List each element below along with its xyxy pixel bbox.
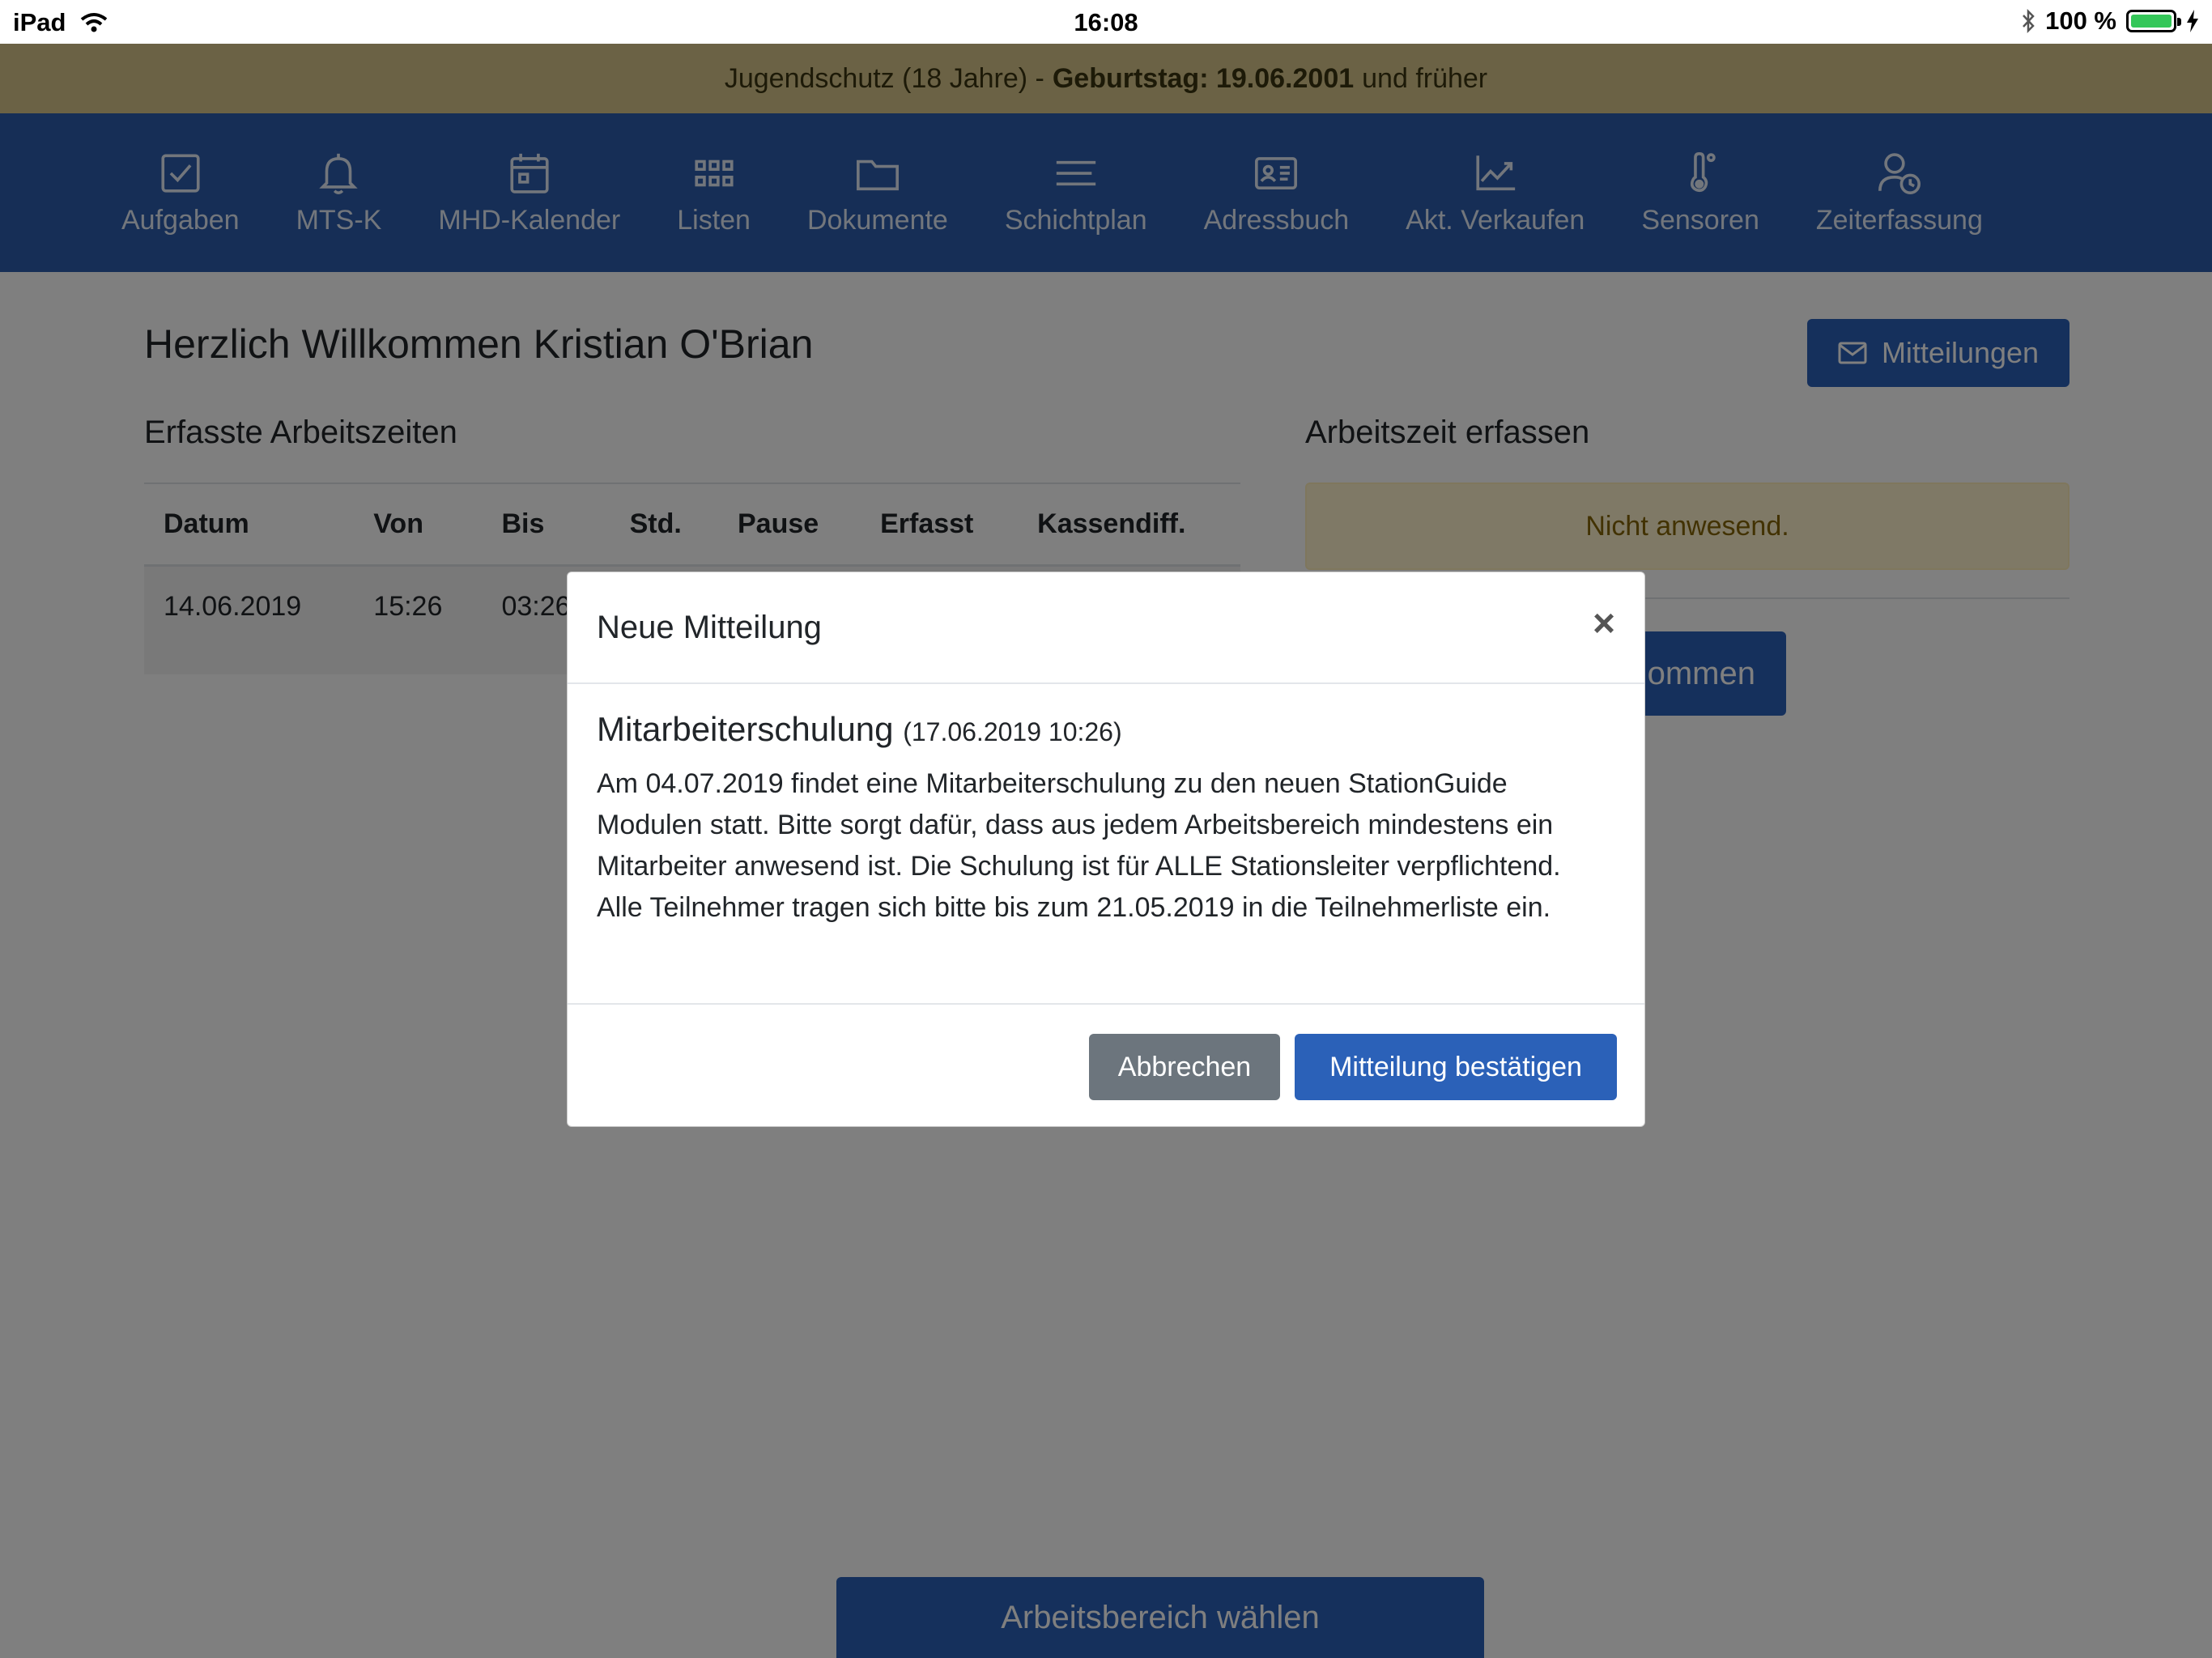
modal-title: Neue Mitteilung [597, 610, 822, 645]
bluetooth-icon [2023, 8, 2035, 34]
message-subject: Mitarbeiterschulung [597, 710, 894, 748]
modal-body: Mitarbeiterschulung (17.06.2019 10:26) A… [568, 684, 1644, 1005]
modal-footer: Abbrechen Mitteilung bestätigen [568, 1005, 1644, 1126]
battery-percent: 100 % [2045, 6, 2116, 35]
clock: 16:08 [1074, 8, 1138, 36]
confirm-message-button[interactable]: Mitteilung bestätigen [1295, 1034, 1617, 1100]
close-icon[interactable]: × [1593, 602, 1615, 646]
charging-bolt-icon [2187, 10, 2198, 32]
message-date: (17.06.2019 10:26) [903, 717, 1122, 746]
ios-status-bar: iPad 16:08 100 % [0, 0, 2212, 44]
modal-header: Neue Mitteilung × [568, 572, 1644, 684]
message-text: Am 04.07.2019 findet eine Mitarbeitersch… [597, 768, 1561, 923]
cancel-button[interactable]: Abbrechen [1089, 1034, 1280, 1100]
battery-icon [2126, 10, 2181, 32]
new-message-modal: Neue Mitteilung × Mitarbeiterschulung (1… [567, 572, 1645, 1127]
message-subject-line: Mitarbeiterschulung (17.06.2019 10:26) [597, 710, 1615, 749]
